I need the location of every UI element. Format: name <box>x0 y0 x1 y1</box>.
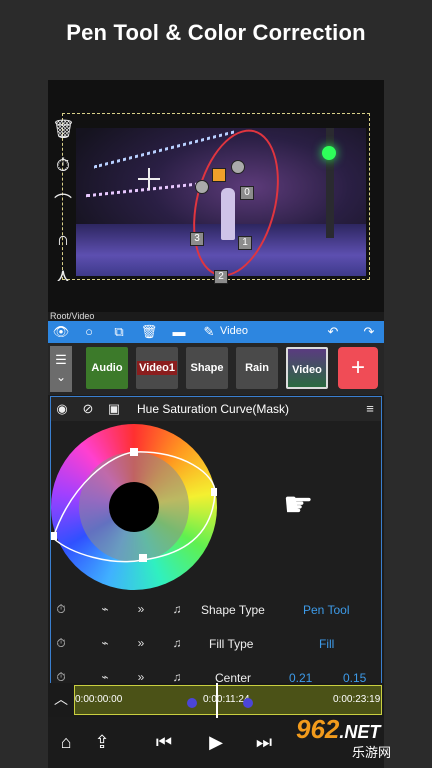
app-screen: 0 3 1 2 🗑 ⏱ ⌒ ∩ ⋏ Root/Video 👁 ○ ⧉ 🗑 ▬ ✎… <box>48 80 384 768</box>
peak-curve-icon[interactable]: ⋏ <box>52 264 74 286</box>
music-note-icon[interactable]: ♫ <box>169 635 185 651</box>
export-icon[interactable]: ⇪ <box>90 730 114 754</box>
layer-strip: ☰ ⌄ Audio Video1 Shape Rain Video + <box>48 343 384 395</box>
trash-icon[interactable]: 🗑 <box>52 118 75 140</box>
watermark-logo-text: 962.NET <box>296 714 381 744</box>
keyframe-dot[interactable] <box>243 698 253 708</box>
mask-point-1[interactable]: 1 <box>238 236 252 250</box>
copy-icon[interactable]: ⧉ <box>110 323 128 341</box>
timeline-track[interactable]: 0:00:00:00 0:00:11:24 0:00:23:19 <box>74 685 382 715</box>
mask-handle-circle-2[interactable] <box>195 180 209 194</box>
color-wheel-icon[interactable]: ◉ <box>53 400 71 418</box>
panel-title: Hue Saturation Curve(Mask) <box>137 402 290 416</box>
shape-type-label: Shape Type <box>201 603 265 617</box>
timeline-start: 0:00:00:00 <box>75 694 123 705</box>
step-forward-icon[interactable]: ⏭ <box>252 730 276 754</box>
timer-icon[interactable]: ⏱ <box>53 601 69 617</box>
layer-video1-label: Video1 <box>137 361 177 375</box>
effect-panel: ◉ ⊘ ▣ Hue Saturation Curve(Mask) ≡ ☛ ⏱ ⌁… <box>50 396 382 692</box>
step-back-icon[interactable]: ⏮ <box>152 730 176 754</box>
eye-off-icon[interactable]: ⊘ <box>79 400 97 418</box>
saturation-curve[interactable] <box>51 424 217 590</box>
layer-video-selected[interactable]: Video <box>286 347 328 389</box>
fill-type-label: Fill Type <box>209 637 254 651</box>
chevron-down-icon: ⌄ <box>55 370 67 384</box>
undo-icon[interactable]: ↶ <box>324 323 342 341</box>
curve-point-left[interactable] <box>51 532 57 540</box>
curve-icon[interactable]: ⌒ <box>52 192 74 214</box>
layer-rain[interactable]: Rain <box>236 347 278 389</box>
keyframe-dot[interactable] <box>187 698 197 708</box>
home-icon[interactable]: ⌂ <box>54 730 78 754</box>
trash-icon[interactable]: 🗑 <box>140 323 158 341</box>
param-row-fill-type[interactable]: ⏱ ⌁ » ♫ Fill Type Fill <box>51 629 381 659</box>
timeline: ︿ 0:00:00:00 0:00:11:24 0:00:23:19 <box>48 683 384 719</box>
toolbar-layer-label: Video <box>220 325 248 337</box>
mask-point-0[interactable]: 0 <box>240 186 254 200</box>
banner-title: Pen Tool & Color Correction <box>66 20 366 45</box>
circle-icon[interactable]: ○ <box>80 323 98 341</box>
layer-menu-button[interactable]: ☰ ⌄ <box>50 346 72 392</box>
watermark-subtitle: 乐游网 <box>352 745 392 760</box>
pen-icon[interactable]: ✎ <box>200 323 218 341</box>
list-icon: ☰ <box>55 352 67 367</box>
mask-point-3[interactable]: 3 <box>190 232 204 246</box>
layer-video1[interactable]: Video1 <box>136 347 178 389</box>
touch-hand-icon: ☛ <box>283 486 314 524</box>
eye-icon[interactable]: 👁 <box>52 323 70 341</box>
panel-header: ◉ ⊘ ▣ Hue Saturation Curve(Mask) ≡ <box>51 397 381 421</box>
watermark-logo: 962.NET 乐游网 <box>296 714 432 764</box>
keyframe-icon[interactable]: » <box>133 635 149 651</box>
fill-type-value[interactable]: Fill <box>319 637 334 651</box>
layer-audio[interactable]: Audio <box>86 347 128 389</box>
layer-shape[interactable]: Shape <box>186 347 228 389</box>
param-row-shape-type[interactable]: ⏱ ⌁ » ♫ Shape Type Pen Tool <box>51 595 381 625</box>
shape-type-value[interactable]: Pen Tool <box>303 603 349 617</box>
bell-curve-icon[interactable]: ∩ <box>52 228 74 250</box>
mask-point-2[interactable]: 2 <box>214 270 228 284</box>
playhead[interactable] <box>216 683 218 719</box>
side-toolbar: 🗑 ⏱ ⌒ ∩ ⋏ <box>52 118 75 318</box>
curve-point-right[interactable] <box>211 488 217 496</box>
promo-banner: Pen Tool & Color Correction <box>0 0 432 80</box>
video-preview[interactable]: 0 3 1 2 🗑 ⏱ ⌒ ∩ ⋏ Root/Video <box>48 80 384 321</box>
add-layer-button[interactable]: + <box>338 347 378 389</box>
keyframe-icon[interactable]: » <box>133 601 149 617</box>
edit-toolbar: 👁 ○ ⧉ 🗑 ▬ ✎ Video ↶ ↷ <box>48 321 384 343</box>
mask-handle-orange[interactable] <box>212 168 226 182</box>
redo-icon[interactable]: ↷ <box>360 323 378 341</box>
music-note-icon[interactable]: ♫ <box>169 601 185 617</box>
play-icon[interactable]: ▶ <box>204 730 228 754</box>
move-crosshair-icon[interactable] <box>138 168 160 190</box>
layer-path-label: Root/Video <box>50 311 95 321</box>
mask-handle-circle-1[interactable] <box>231 160 245 174</box>
timer-icon[interactable]: ⏱ <box>52 154 74 176</box>
mask-icon[interactable]: ▣ <box>105 400 123 418</box>
graph-icon[interactable]: ⌁ <box>97 601 113 617</box>
timer-icon[interactable]: ⏱ <box>53 635 69 651</box>
folder-icon[interactable]: ▬ <box>170 323 188 341</box>
chevron-up-icon[interactable]: ︿ <box>52 689 70 707</box>
menu-icon[interactable]: ≡ <box>361 400 379 418</box>
curve-point-bottom[interactable] <box>139 554 147 562</box>
timeline-end: 0:00:23:19 <box>333 694 381 705</box>
graph-icon[interactable]: ⌁ <box>97 635 113 651</box>
curve-point-top[interactable] <box>130 448 138 456</box>
